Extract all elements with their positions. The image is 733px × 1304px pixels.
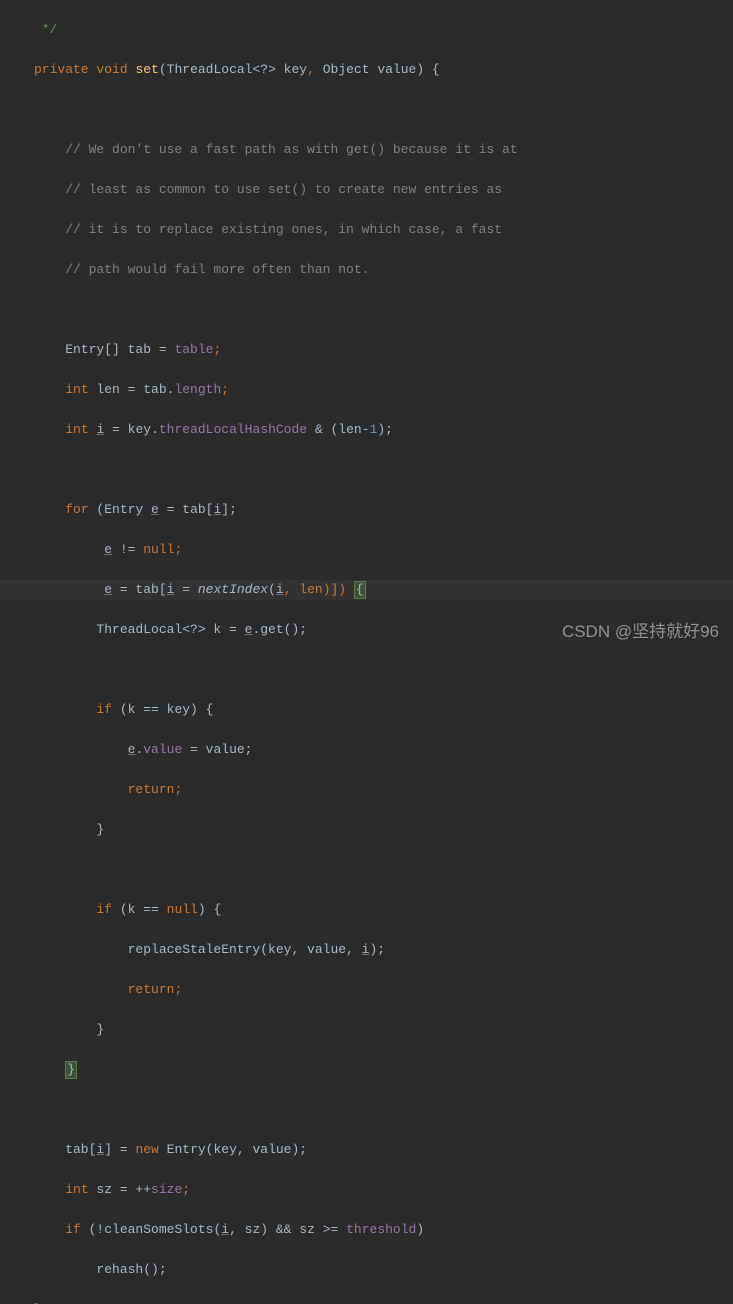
code-editor[interactable]: */ private void set(ThreadLocal<?> key, … — [0, 0, 733, 1304]
code-line: ThreadLocal<?> k = e.get(); — [34, 620, 733, 640]
code-line: int sz = ++size; — [34, 1180, 733, 1200]
code-line: */ — [34, 20, 733, 40]
code-line: // We don't use a fast path as with get(… — [34, 140, 733, 160]
code-line: tab[i] = new Entry(key, value); — [34, 1140, 733, 1160]
code-line: return; — [34, 780, 733, 800]
code-line — [34, 100, 733, 120]
code-line: int len = tab.length; — [34, 380, 733, 400]
code-line — [34, 460, 733, 480]
code-line-highlighted: e = tab[i = nextIndex(i, len)]) { — [34, 580, 733, 600]
code-line: replaceStaleEntry(key, value, i); — [34, 940, 733, 960]
code-line — [34, 660, 733, 680]
code-line: } — [34, 1060, 733, 1080]
code-line — [34, 1100, 733, 1120]
code-line: } — [34, 1300, 733, 1304]
matched-brace: } — [65, 1061, 77, 1079]
code-line: rehash(); — [34, 1260, 733, 1280]
code-line: } — [34, 1020, 733, 1040]
code-line: e.value = value; — [34, 740, 733, 760]
code-line: return; — [34, 980, 733, 1000]
code-line: // it is to replace existing ones, in wh… — [34, 220, 733, 240]
code-line: if (k == key) { — [34, 700, 733, 720]
code-line: private void set(ThreadLocal<?> key, Obj… — [34, 60, 733, 80]
code-line: // path would fail more often than not. — [34, 260, 733, 280]
code-line — [34, 860, 733, 880]
code-line: if (!cleanSomeSlots(i, sz) && sz >= thre… — [34, 1220, 733, 1240]
code-line: int i = key.threadLocalHashCode & (len-1… — [34, 420, 733, 440]
code-line: Entry[] tab = table; — [34, 340, 733, 360]
code-line: // least as common to use set() to creat… — [34, 180, 733, 200]
code-line: for (Entry e = tab[i]; — [34, 500, 733, 520]
code-line: } — [34, 820, 733, 840]
matched-brace: { — [354, 581, 366, 599]
code-line: if (k == null) { — [34, 900, 733, 920]
code-line: e != null; — [34, 540, 733, 560]
code-line — [34, 300, 733, 320]
